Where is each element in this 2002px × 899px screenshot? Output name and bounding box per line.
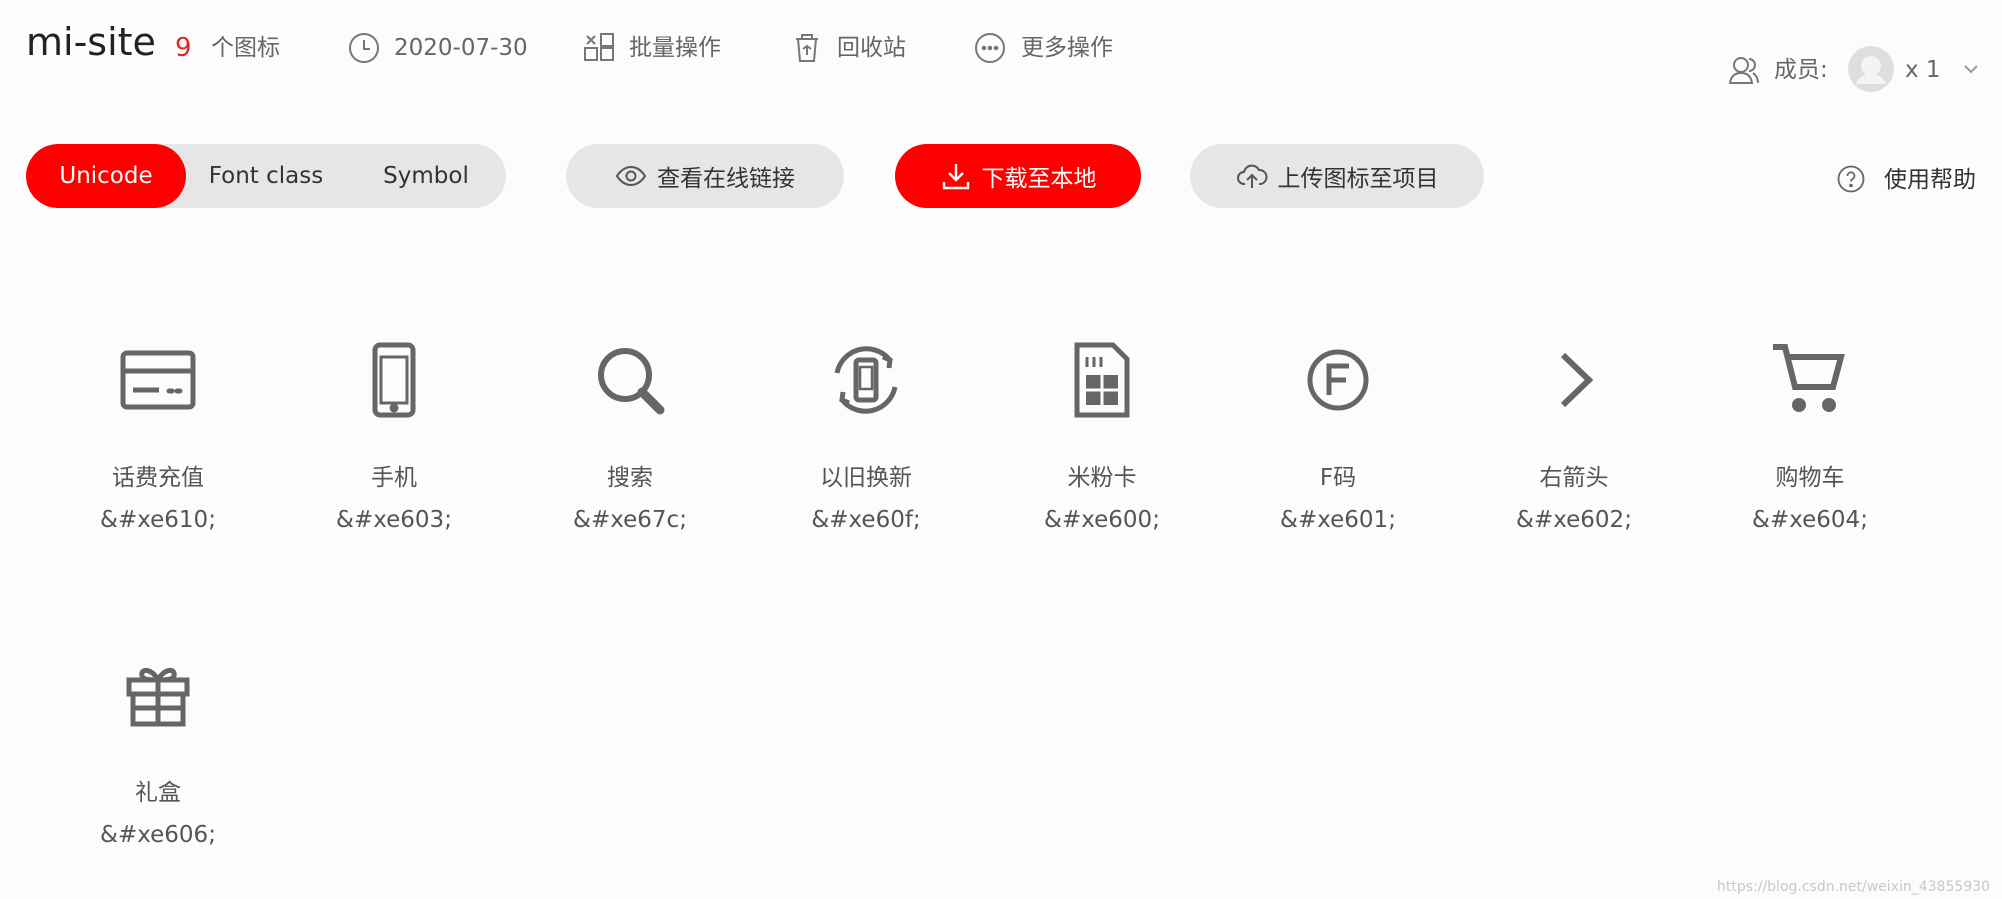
icon-item[interactable]: 米粉卡 &#xe600; xyxy=(1002,335,1202,535)
search-icon xyxy=(585,335,675,425)
help-link[interactable]: 使用帮助 xyxy=(1884,162,1976,198)
sim-card-icon xyxy=(1057,335,1147,425)
icon-code: &#xe67c; xyxy=(573,507,687,533)
icon-name: 右箭头 xyxy=(1539,465,1609,491)
members-label: 成员: xyxy=(1774,57,1828,83)
avatar[interactable] xyxy=(1848,46,1894,92)
card-icon xyxy=(113,335,203,425)
batch-icon[interactable] xyxy=(582,31,616,65)
view-online-link-button[interactable]: 查看在线链接 xyxy=(566,144,844,208)
icon-item[interactable]: F码 &#xe601; xyxy=(1238,335,1438,535)
eye-icon xyxy=(615,165,647,187)
cloud-upload-icon xyxy=(1236,164,1267,188)
icon-code: &#xe610; xyxy=(100,507,216,533)
icon-item[interactable]: 购物车 &#xe604; xyxy=(1710,335,1910,535)
icon-name: 搜索 xyxy=(607,465,653,491)
tab-font-class[interactable]: Font class xyxy=(186,144,346,208)
icon-name: F码 xyxy=(1319,465,1357,491)
help-icon[interactable] xyxy=(1836,164,1866,194)
icon-code: &#xe60f; xyxy=(811,507,921,533)
tab-symbol[interactable]: Symbol xyxy=(346,144,506,208)
gift-icon xyxy=(113,650,203,740)
download-button[interactable]: 下载至本地 xyxy=(895,144,1141,208)
icon-name: 礼盒 xyxy=(135,780,181,806)
f-code-icon xyxy=(1293,335,1383,425)
cart-icon xyxy=(1765,335,1855,425)
download-label: 下载至本地 xyxy=(981,166,1097,192)
members-count: x 1 xyxy=(1905,57,1941,83)
icon-code: &#xe606; xyxy=(100,822,216,848)
view-online-link-label: 查看在线链接 xyxy=(657,166,795,192)
icon-code: &#xe600; xyxy=(1044,507,1160,533)
more-operations[interactable]: 更多操作 xyxy=(1021,30,1113,66)
icon-item[interactable]: 手机 &#xe603; xyxy=(294,335,494,535)
icon-code: &#xe603; xyxy=(336,507,452,533)
project-title: mi-site xyxy=(26,20,156,64)
clock-icon xyxy=(347,31,381,65)
recycle-bin[interactable]: 回收站 xyxy=(837,30,906,66)
icon-item[interactable]: 以旧换新 &#xe60f; xyxy=(766,335,966,535)
icon-count: 9 xyxy=(175,33,192,63)
trade-in-icon xyxy=(821,335,911,425)
icon-name: 购物车 xyxy=(1775,465,1845,491)
icon-name: 话费充值 xyxy=(112,465,204,491)
phone-icon xyxy=(349,335,439,425)
icon-code: &#xe604; xyxy=(1752,507,1868,533)
right-arrow-icon xyxy=(1529,335,1619,425)
upload-icons-button[interactable]: 上传图标至项目 xyxy=(1190,144,1484,208)
code-type-tabs: Unicode Font class Symbol xyxy=(26,144,506,208)
icon-count-label: 个图标 xyxy=(211,35,280,61)
batch-operations[interactable]: 批量操作 xyxy=(629,30,721,66)
project-date: 2020-07-30 xyxy=(394,35,528,61)
chevron-down-icon[interactable] xyxy=(1960,58,1982,80)
icon-item[interactable]: 右箭头 &#xe602; xyxy=(1474,335,1674,535)
icon-name: 手机 xyxy=(371,465,417,491)
icon-name: 以旧换新 xyxy=(820,465,912,491)
members-icon xyxy=(1727,53,1761,87)
icon-item[interactable]: 搜索 &#xe67c; xyxy=(530,335,730,535)
icon-name: 米粉卡 xyxy=(1067,465,1137,491)
recycle-bin-icon[interactable] xyxy=(790,31,824,65)
icon-item[interactable]: 话费充值 &#xe610; xyxy=(58,335,258,535)
icon-item[interactable]: 礼盒 &#xe606; xyxy=(58,650,258,850)
watermark: https://blog.csdn.net/weixin_43855930 xyxy=(1716,879,1990,895)
more-icon[interactable] xyxy=(973,31,1007,65)
icon-code: &#xe601; xyxy=(1280,507,1396,533)
tab-unicode[interactable]: Unicode xyxy=(26,144,186,208)
upload-icons-label: 上传图标至项目 xyxy=(1277,166,1439,192)
download-icon xyxy=(942,164,969,190)
icon-code: &#xe602; xyxy=(1516,507,1632,533)
